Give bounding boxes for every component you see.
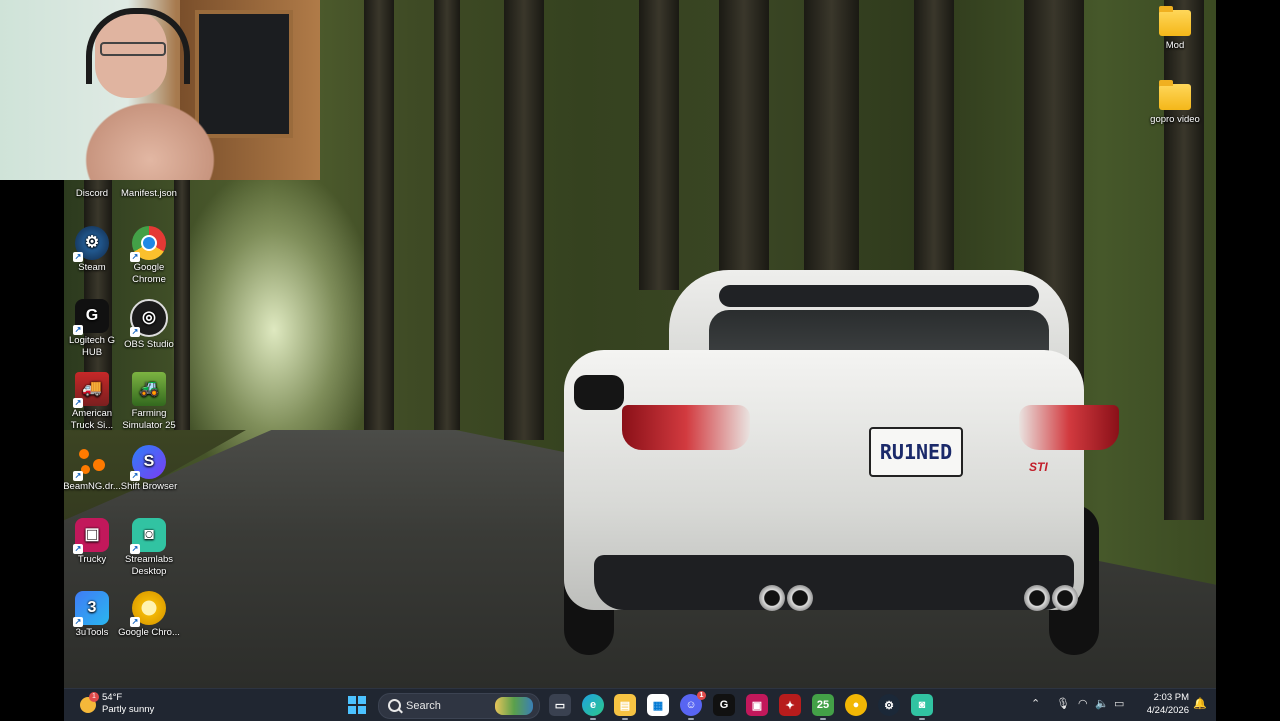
chrome-canary-taskbar-icon[interactable]: ● <box>845 694 867 716</box>
edge-icon[interactable]: e <box>582 694 604 716</box>
volume-icon[interactable]: 🔈 <box>1095 697 1109 710</box>
steam-icon: ⚙ ↗ <box>73 226 109 262</box>
desktop-icon-beamng[interactable]: ↗ BeamNG.dr... <box>60 445 124 493</box>
trucky-icon: ▣ ↗ <box>73 518 109 554</box>
clock[interactable]: 2:03 PM 4/24/2026 <box>1139 691 1189 717</box>
desktop-icon-shift-browser[interactable]: S ↗ Shift Browser <box>117 445 181 493</box>
desktop-icon-label: American Truck Si... <box>70 408 114 431</box>
desktop-icon-label: Logitech G HUB <box>69 335 115 358</box>
logitech-g-hub-icon[interactable]: G <box>713 694 735 716</box>
desktop-icon-label: Google Chrome <box>132 262 166 285</box>
steam-taskbar-icon[interactable]: ⚙ <box>878 694 900 716</box>
truck-icon: 🚚 ↗ <box>73 372 109 408</box>
tractor-icon: 🚜 <box>132 372 166 406</box>
streamlabs-taskbar-icon[interactable]: ◙ <box>911 694 933 716</box>
webcam-overlay <box>0 0 320 180</box>
chrome-canary-icon: ↗ <box>130 591 166 627</box>
streamlabs-icon: ◙ ↗ <box>130 518 166 554</box>
weather-temperature: 54°F <box>102 692 123 703</box>
search-icon <box>388 699 401 712</box>
desktop-icon-label: Discord <box>75 188 109 199</box>
desktop-icon-gopro-video[interactable]: gopro video <box>1143 80 1207 126</box>
desktop-icon-steam[interactable]: ⚙ ↗ Steam <box>60 226 124 274</box>
desktop-icon-trucky[interactable]: ▣ ↗ Trucky <box>60 518 124 566</box>
desktop-icon-label: Farming Simulator 25 <box>122 408 176 431</box>
task-view-button[interactable]: ▭ <box>549 694 571 716</box>
desktop-icon-label: BeamNG.dr... <box>63 481 121 492</box>
search-placeholder: Search <box>406 700 441 712</box>
notification-bell-icon[interactable]: 🔔 <box>1193 697 1207 710</box>
desktop-icon-label: Streamlabs Desktop <box>124 554 174 577</box>
desktop-icon-label: Shift Browser <box>120 481 178 492</box>
logitech-g-icon: G ↗ <box>73 299 109 335</box>
desktop-icon-3utools[interactable]: 3 ↗ 3uTools <box>60 591 124 639</box>
desktop-icon-american-truck-sim[interactable]: 🚚 ↗ American Truck Si... <box>60 372 124 432</box>
desktop-icon-streamlabs[interactable]: ◙ ↗ Streamlabs Desktop <box>117 518 181 578</box>
trucky-taskbar-icon[interactable]: ▣ <box>746 694 768 716</box>
desktop-icon-obs-studio[interactable]: ◎ ↗ OBS Studio <box>117 299 181 351</box>
chrome-icon: ↗ <box>130 226 166 262</box>
discord-icon[interactable]: ☺ 1 <box>680 691 706 716</box>
desktop-icon-label: gopro video <box>1150 114 1200 125</box>
license-plate: RU1NED <box>869 427 963 477</box>
discord-badge: 1 <box>697 691 706 700</box>
desktop-icon-manifest[interactable]: Manifest.json <box>117 180 181 200</box>
search-box[interactable]: Search <box>378 693 540 719</box>
game-launcher-icon[interactable]: ✦ <box>779 694 801 716</box>
desktop-icon-label: Trucky <box>77 554 107 565</box>
shift-browser-icon: S ↗ <box>130 445 166 481</box>
car-image: RU1NED STI <box>504 255 1119 655</box>
beamng-icon: ↗ <box>73 445 109 481</box>
clock-date: 4/24/2026 <box>1146 705 1189 716</box>
desktop-icon-label: Steam <box>78 262 106 273</box>
file-explorer-icon[interactable]: ▤ <box>614 694 636 716</box>
desktop-icon-mod[interactable]: Mod <box>1143 6 1207 52</box>
show-hidden-icons-chevron-up-icon[interactable]: ⌃ <box>1031 697 1040 710</box>
desktop-icon-google-chrome-canary[interactable]: ↗ Google Chro... <box>117 591 181 639</box>
farming-simulator-taskbar-icon[interactable]: 25 <box>812 694 834 716</box>
desktop-icon-label: Mod <box>1165 40 1185 51</box>
search-highlight-image <box>495 697 533 715</box>
windows-logo-icon <box>348 696 366 714</box>
desktop-icon-discord[interactable]: Discord <box>60 180 124 200</box>
obs-icon: ◎ ↗ <box>130 299 168 337</box>
taskbar: 1 54°F Partly sunny Search ▭ e ▤ ▦ ☺ 1 G… <box>64 688 1216 721</box>
sti-badge: STI <box>1029 460 1048 474</box>
desktop-icon-google-chrome[interactable]: ↗ Google Chrome <box>117 226 181 286</box>
3utools-icon: 3 ↗ <box>73 591 109 627</box>
desktop-icon-label: Google Chro... <box>118 627 180 638</box>
desktop-icon-logitech-g-hub[interactable]: G ↗ Logitech G HUB <box>60 299 124 359</box>
weather-description: Partly sunny <box>102 704 155 715</box>
desktop-icon-label: 3uTools <box>75 627 109 638</box>
folder-icon <box>1159 80 1191 110</box>
clock-time: 2:03 PM <box>1153 692 1189 703</box>
desktop-icon-label: Manifest.json <box>121 188 177 199</box>
battery-icon[interactable]: ▭ <box>1114 697 1124 710</box>
folder-icon <box>1159 6 1191 36</box>
microphone-icon[interactable]: 🎙 <box>1056 697 1070 710</box>
start-button[interactable] <box>346 694 368 716</box>
wifi-icon[interactable]: ◠ <box>1078 697 1088 710</box>
desktop-icon-label: OBS Studio <box>124 339 174 350</box>
microsoft-store-icon[interactable]: ▦ <box>647 694 669 716</box>
notification-badge: 1 <box>89 692 99 702</box>
desktop-icon-farming-simulator[interactable]: 🚜 Farming Simulator 25 <box>117 372 181 432</box>
